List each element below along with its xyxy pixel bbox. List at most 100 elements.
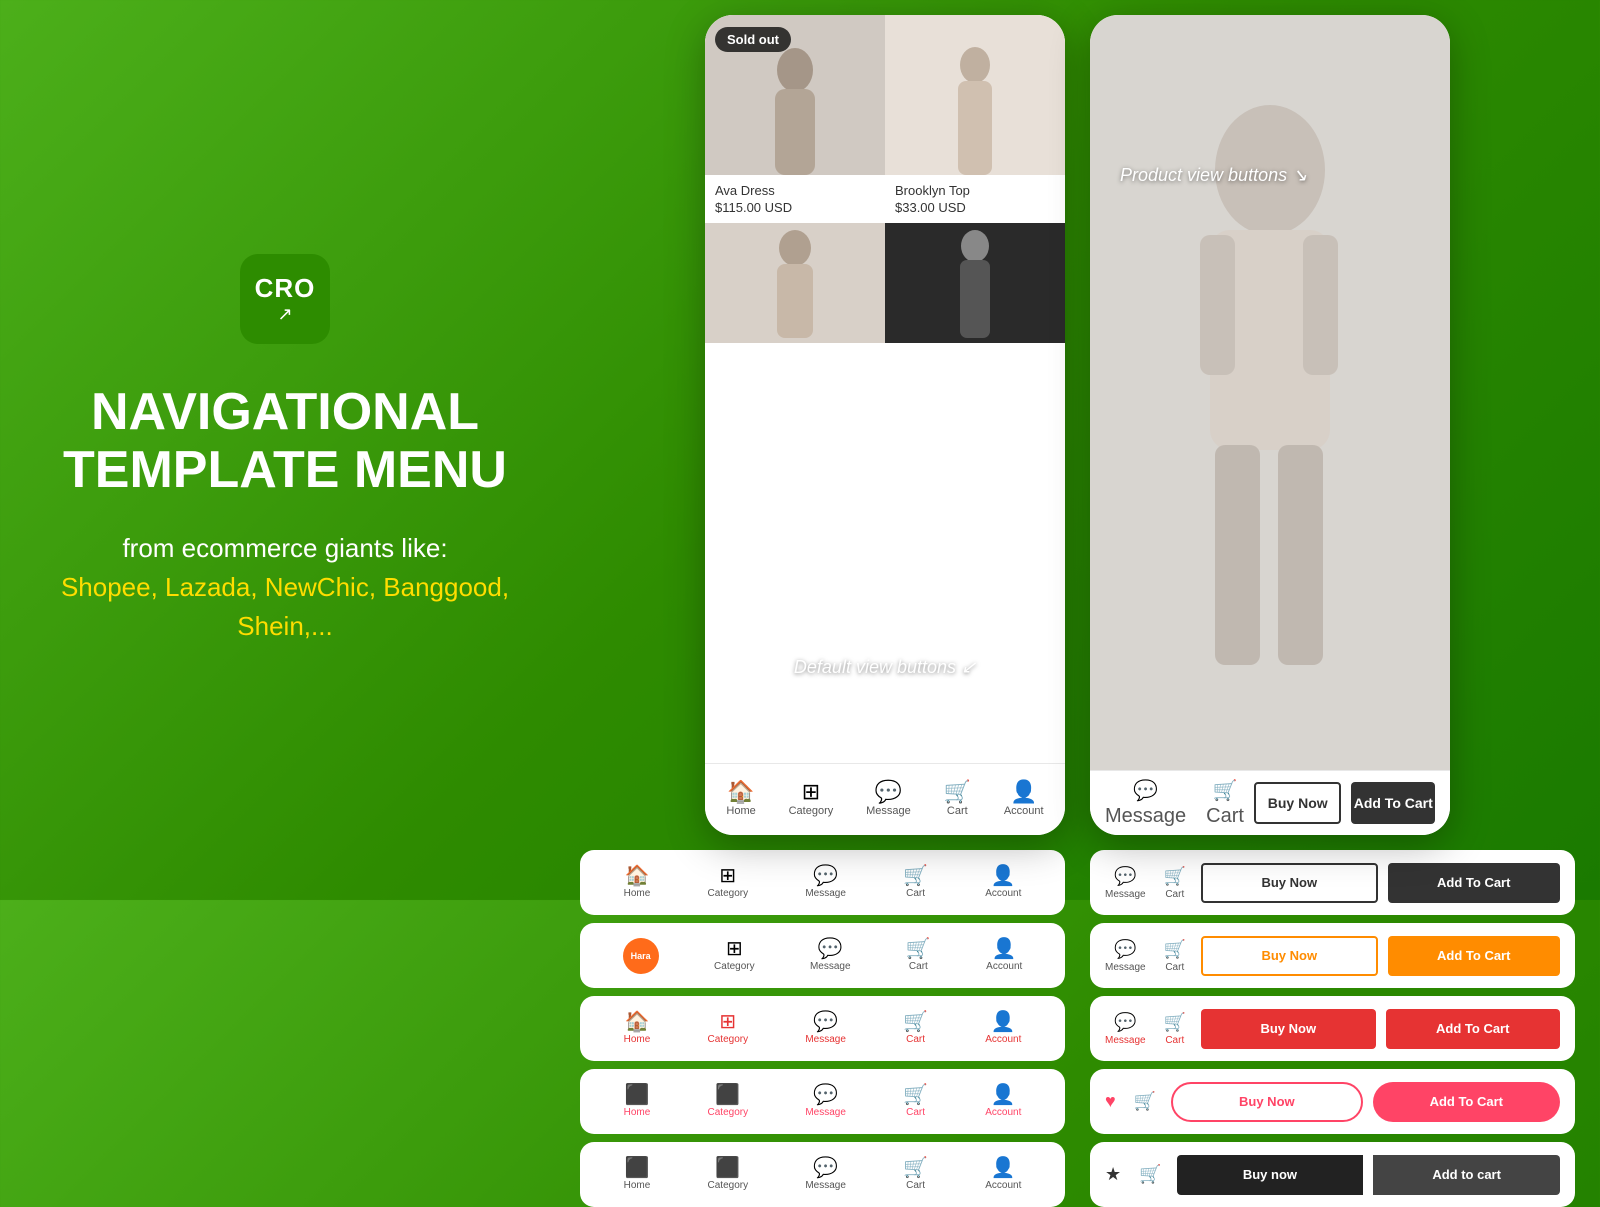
- nav-r1-message[interactable]: 💬 Message: [805, 866, 846, 899]
- category-label: Category: [789, 805, 834, 817]
- btn-r3-add-cart[interactable]: Add To Cart: [1386, 1009, 1561, 1049]
- nav-r5-category[interactable]: ⬛ Category: [708, 1158, 749, 1191]
- btn-r1-add-cart[interactable]: Add To Cart: [1388, 863, 1561, 903]
- phones-row: Sold out Ava Dress $115.00 USD: [580, 15, 1575, 835]
- hara-logo: Hara: [623, 938, 659, 974]
- nav-rows-section: 🏠 Home ⊞ Category 💬 Message 🛒 Cart 👤: [580, 850, 1575, 1207]
- product-cart-icon: 🛒: [1213, 778, 1238, 803]
- nav-r2-message[interactable]: 💬 Message: [810, 939, 851, 972]
- nav-r4-home[interactable]: ⬛ Home: [624, 1085, 651, 1118]
- phone-default: Sold out Ava Dress $115.00 USD: [705, 15, 1065, 835]
- hero-figure-svg: [1110, 90, 1430, 770]
- product-cart-nav[interactable]: 🛒 Cart: [1206, 778, 1244, 828]
- nav-r2-account[interactable]: 👤 Account: [986, 939, 1022, 972]
- main-content: Sold out Ava Dress $115.00 USD: [570, 0, 1600, 900]
- subtitle: from ecommerce giants like: Shopee, Laza…: [40, 529, 530, 646]
- btn-r2-add-cart[interactable]: Add To Cart: [1388, 936, 1561, 976]
- bottom-img-left: [705, 223, 885, 343]
- btn-r2-buy-now[interactable]: Buy Now: [1201, 936, 1378, 976]
- nav-r5-home[interactable]: ⬛ Home: [624, 1158, 651, 1191]
- product-bottom-bar: 💬 Message 🛒 Cart Buy Now Add To Cart: [1090, 770, 1450, 835]
- btn-r1-icons: 💬 Message 🛒 Cart: [1105, 866, 1186, 900]
- nav-r5-account[interactable]: 👤 Account: [985, 1158, 1021, 1191]
- phone-product: Product view buttons ↘ 💬 Message 🛒 Cart …: [1090, 15, 1450, 835]
- product-message-nav[interactable]: 💬 Message: [1105, 778, 1186, 828]
- btn-r5-add-cart[interactable]: Add to cart: [1373, 1155, 1560, 1195]
- nav-r1-home[interactable]: 🏠 Home: [624, 866, 651, 899]
- home-label: Home: [726, 805, 755, 817]
- nav-r2-cart[interactable]: 🛒 Cart: [906, 939, 931, 972]
- add-to-cart-button[interactable]: Add To Cart: [1351, 782, 1435, 824]
- ava-dress-info: Ava Dress $115.00 USD: [705, 175, 885, 223]
- product-annotation: Product view buttons ↘: [1120, 165, 1307, 186]
- nav-r5-message[interactable]: 💬 Message: [805, 1158, 846, 1191]
- message-label: Message: [866, 805, 911, 817]
- main-title: NAVIGATIONAL TEMPLATE MENU: [63, 384, 507, 498]
- nav-r3-account[interactable]: 👤 Account: [985, 1012, 1021, 1045]
- nav-row-1: 🏠 Home ⊞ Category 💬 Message 🛒 Cart 👤: [580, 850, 1065, 915]
- nav-r3-message[interactable]: 💬 Message: [805, 1012, 846, 1045]
- brooklyn-top-info: Brooklyn Top $33.00 USD: [885, 175, 1065, 223]
- brooklyn-figure: [940, 45, 1010, 175]
- account-icon: 👤: [1010, 781, 1037, 803]
- btn-r4-cart[interactable]: 🛒: [1134, 1091, 1156, 1112]
- btn-r4-add-cart[interactable]: Add To Cart: [1373, 1082, 1560, 1122]
- btn-r4-heart[interactable]: ♥: [1105, 1091, 1116, 1112]
- product-grid-bottom: [705, 223, 1065, 343]
- ava-dress-name: Ava Dress: [715, 183, 875, 198]
- bottom-img-right: [885, 223, 1065, 343]
- nav-home[interactable]: 🏠 Home: [726, 781, 755, 817]
- btn-r3-message[interactable]: 💬 Message: [1105, 1012, 1146, 1046]
- nav-r4-message[interactable]: 💬 Message: [805, 1085, 846, 1118]
- nav-r3-home[interactable]: 🏠 Home: [624, 1012, 651, 1045]
- btn-r1-cart[interactable]: 🛒 Cart: [1164, 866, 1186, 900]
- btn-r1-message[interactable]: 💬 Message: [1105, 866, 1146, 900]
- btn-row-4: ♥ 🛒 Buy Now Add To Cart: [1090, 1069, 1575, 1134]
- btn-r3-icons: 💬 Message 🛒 Cart: [1105, 1012, 1186, 1046]
- nav-r3-cart[interactable]: 🛒 Cart: [903, 1012, 928, 1045]
- message-icon: 💬: [875, 781, 902, 803]
- sold-out-badge: Sold out: [715, 27, 791, 52]
- nav-row-5: ⬛ Home ⬛ Category 💬 Message 🛒 Cart 👤: [580, 1142, 1065, 1207]
- left-panel: CRO ↗ NAVIGATIONAL TEMPLATE MENU from ec…: [0, 0, 570, 900]
- bottom-figure-right: [940, 228, 1010, 338]
- cart-label: Cart: [947, 805, 968, 817]
- nav-r2-category[interactable]: ⊞ Category: [714, 939, 755, 972]
- nav-message[interactable]: 💬 Message: [866, 781, 911, 817]
- nav-r1-account[interactable]: 👤 Account: [985, 866, 1021, 899]
- phone-default-content: Sold out Ava Dress $115.00 USD: [705, 15, 1065, 763]
- btn-row-3: 💬 Message 🛒 Cart Buy Now Add To Cart: [1090, 996, 1575, 1061]
- account-label: Account: [1004, 805, 1044, 817]
- btn-r2-cart[interactable]: 🛒 Cart: [1164, 939, 1186, 973]
- nav-r1-cart[interactable]: 🛒 Cart: [903, 866, 928, 899]
- nav-r1-category[interactable]: ⊞ Category: [708, 866, 749, 899]
- nav-r4-cart[interactable]: 🛒 Cart: [903, 1085, 928, 1118]
- btn-r5-buy-now[interactable]: Buy now: [1177, 1155, 1364, 1195]
- home-icon: 🏠: [727, 781, 754, 803]
- btn-row-1: 💬 Message 🛒 Cart Buy Now Add To Cart: [1090, 850, 1575, 915]
- brooklyn-top-name: Brooklyn Top: [895, 183, 1055, 198]
- nav-r5-cart[interactable]: 🛒 Cart: [903, 1158, 928, 1191]
- btn-r5-icons: ★ 🛒: [1105, 1164, 1162, 1185]
- nav-r4-account[interactable]: 👤 Account: [985, 1085, 1021, 1118]
- btn-r3-buy-now[interactable]: Buy Now: [1201, 1009, 1376, 1049]
- nav-cart[interactable]: 🛒 Cart: [944, 781, 971, 817]
- btn-r5-cart[interactable]: 🛒: [1139, 1164, 1161, 1185]
- brooklyn-top-price: $33.00 USD: [895, 200, 1055, 215]
- btn-r4-buy-now[interactable]: Buy Now: [1171, 1082, 1362, 1122]
- default-annotation: Default view buttons ↙: [794, 657, 976, 678]
- btn-r1-buy-now[interactable]: Buy Now: [1201, 863, 1378, 903]
- nav-account[interactable]: 👤 Account: [1004, 781, 1044, 817]
- btn-r5-star[interactable]: ★: [1105, 1164, 1121, 1185]
- brooklyn-top-image: [885, 15, 1065, 175]
- nav-row-2: Hara ⊞ Category 💬 Message 🛒 Cart 👤 Accou…: [580, 923, 1065, 988]
- product-hero-image: Product view buttons ↘: [1090, 15, 1450, 770]
- buy-now-button[interactable]: Buy Now: [1254, 782, 1342, 824]
- category-icon: ⊞: [802, 781, 820, 803]
- nav-category[interactable]: ⊞ Category: [789, 781, 834, 817]
- btn-r2-message[interactable]: 💬 Message: [1105, 939, 1146, 973]
- btn-row-5: ★ 🛒 Buy now Add to cart: [1090, 1142, 1575, 1207]
- btn-r3-cart[interactable]: 🛒 Cart: [1164, 1012, 1186, 1046]
- nav-r3-category[interactable]: ⊞ Category: [708, 1012, 749, 1045]
- nav-r4-category[interactable]: ⬛ Category: [708, 1085, 749, 1118]
